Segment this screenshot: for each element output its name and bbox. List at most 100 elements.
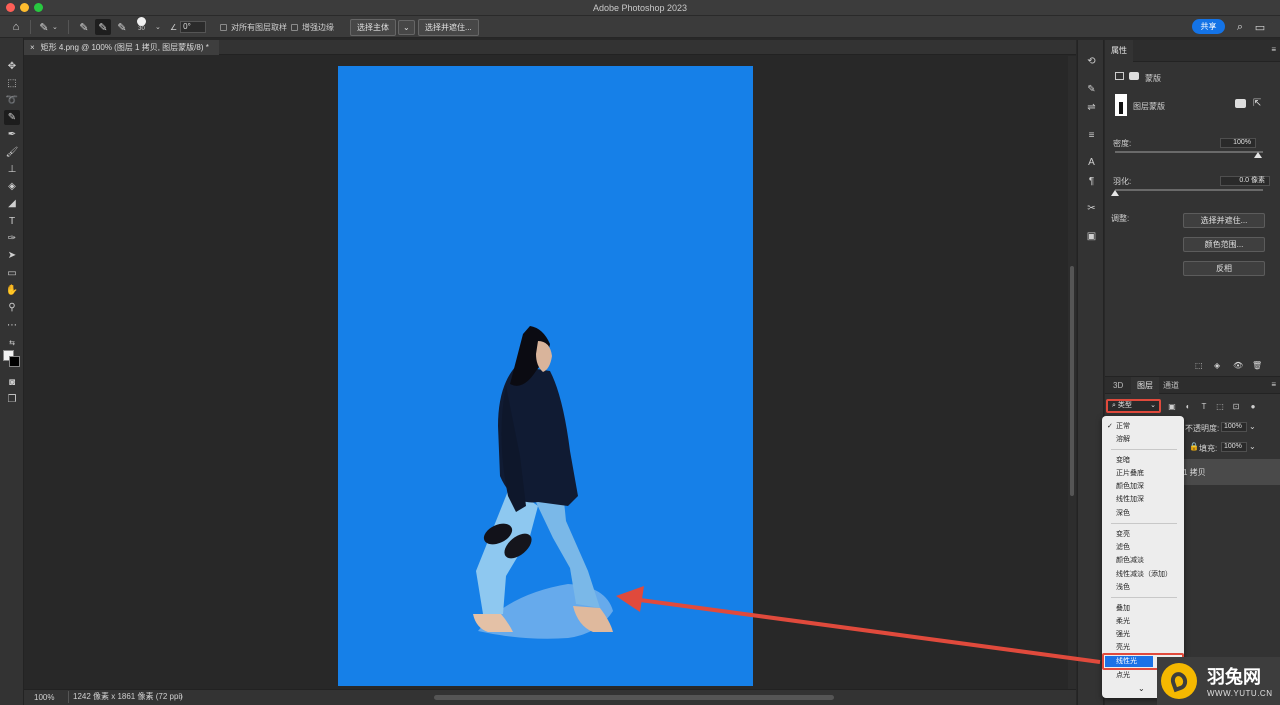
add-to-selection-icon[interactable]: ✎ [95,19,111,35]
zoom-tool-icon[interactable]: ⚲ [4,300,20,315]
blend-option[interactable]: 颜色减淡 [1102,554,1184,567]
panel-menu-icon[interactable]: ≡ [1271,380,1276,389]
document-canvas[interactable] [338,66,753,686]
blend-option[interactable]: 线性加深 [1102,493,1184,506]
select-and-mask-button[interactable]: 选择并遮住... [418,18,479,36]
apply-mask-icon[interactable]: ⇱ [1253,98,1261,109]
quick-selection-tool-preset-icon[interactable]: ✎ [36,19,52,35]
invert-button[interactable]: 反相 [1183,261,1265,276]
enhance-edge-checkbox[interactable] [291,23,298,31]
tool-presets-icon[interactable]: ✂ [1084,201,1099,216]
lasso-tool-icon[interactable]: ➰ [4,93,20,108]
eyedropper-tool-icon[interactable]: ✒ [4,127,20,142]
move-tool-icon[interactable]: ✥ [4,59,20,74]
vertical-scrollbar-thumb[interactable] [1070,266,1074,496]
select-subject-dropdown[interactable]: ⌄ [398,19,415,35]
stamp-tool-icon[interactable]: ⊥ [4,162,20,177]
panel-menu-icon[interactable]: ≡ [1271,45,1276,54]
home-icon[interactable]: ⌂ [8,19,24,35]
blend-option[interactable]: 正片叠底 [1102,467,1184,480]
blend-option[interactable]: 颜色加深 [1102,480,1184,493]
tab-layers[interactable]: 图层 [1131,377,1159,394]
quick-mask-icon[interactable]: ◙ [4,375,20,390]
scroll-down-chevron-icon[interactable]: ⌄ [1138,684,1145,693]
libraries-icon[interactable]: ▣ [1084,229,1099,244]
fill-chevron-icon[interactable]: ⌄ [1249,442,1256,451]
document-tab[interactable]: × 矩形 4.png @ 100% (图层 1 拷贝, 图层蒙版/8) * [24,40,219,55]
filter-shape-icon[interactable]: ⬚ [1215,401,1225,411]
blend-option[interactable]: 变亮 [1102,528,1184,541]
blend-option[interactable]: 线性减淡（添加） [1102,568,1184,581]
feather-slider[interactable] [1115,189,1263,191]
feather-input[interactable]: 0.0 像素 [1220,176,1270,186]
feather-slider-knob[interactable] [1111,190,1119,196]
gradient-tool-icon[interactable]: ◢ [4,196,20,211]
lock-icon[interactable]: 🔒 [1189,442,1199,451]
select-subject-button[interactable]: 选择主体 [350,18,396,36]
visibility-icon[interactable]: 👁 [1233,361,1243,370]
blend-option[interactable]: 变暗 [1102,454,1184,467]
layer-filter-select[interactable]: ⌕ 类型 ⌄ [1106,399,1161,413]
density-slider-knob[interactable] [1254,152,1262,158]
blend-option[interactable]: 柔光 [1102,615,1184,628]
screen-mode-icon[interactable]: ❐ [4,392,20,407]
rectangle-tool-icon[interactable]: ▭ [4,266,20,281]
filter-smart-object-icon[interactable]: ⊡ [1231,401,1241,411]
blend-option[interactable]: 深色 [1102,507,1184,520]
density-slider[interactable] [1115,151,1263,153]
vertical-scrollbar[interactable] [1068,56,1076,689]
filter-pixel-icon[interactable]: ▣ [1167,401,1177,411]
blend-option[interactable]: 正常 [1102,420,1184,433]
load-selection-icon[interactable]: ⬚ [1195,361,1203,370]
blend-option[interactable]: 叠加 [1102,602,1184,615]
subtract-from-selection-icon[interactable]: ✎ [114,19,130,35]
hand-tool-icon[interactable]: ✋ [4,283,20,298]
pixel-mask-icon[interactable] [1115,72,1124,80]
tab-properties[interactable]: 属性 [1105,40,1133,62]
quick-selection-tool-icon[interactable]: ✎ [4,110,20,125]
path-selection-tool-icon[interactable]: ➤ [4,248,20,263]
background-color-swatch[interactable] [9,356,20,367]
horizontal-scrollbar[interactable] [434,695,834,700]
opacity-input[interactable]: 100% [1221,422,1247,432]
chevron-right-icon[interactable]: › [180,692,183,701]
apply-mask-bottom-icon[interactable]: ◈ [1214,361,1220,370]
filter-toggle-icon[interactable]: ● [1248,401,1258,411]
character-icon[interactable]: A [1084,155,1099,170]
filter-type-icon[interactable]: T [1199,401,1209,411]
color-range-button[interactable]: 颜色范围... [1183,237,1265,252]
fill-input[interactable]: 100% [1221,442,1247,452]
share-button[interactable]: 共享 [1192,19,1225,34]
chevron-down-icon[interactable]: ⌄ [155,23,161,31]
paragraph-icon[interactable]: ¶ [1084,174,1099,189]
brush-dot-icon[interactable] [137,17,146,26]
tab-channels[interactable]: 通道 [1157,377,1185,394]
close-tab-icon[interactable]: × [30,40,35,55]
marquee-tool-icon[interactable]: ⬚ [4,76,20,91]
tab-3d[interactable]: 3D [1107,377,1129,394]
swap-colors-icon[interactable]: ⇆ [4,335,20,350]
zoom-level[interactable]: 100% [34,693,54,702]
workspace-icon[interactable]: ▭ [1252,19,1268,35]
new-selection-icon[interactable]: ✎ [76,19,92,35]
select-mask-icon[interactable] [1235,99,1246,108]
opacity-chevron-icon[interactable]: ⌄ [1249,422,1256,431]
search-icon[interactable]: ⌕ [1232,19,1248,35]
angle-input[interactable]: 0° [180,21,207,33]
blend-option[interactable]: 滤色 [1102,541,1184,554]
delete-mask-icon[interactable]: 🗑 [1252,361,1262,370]
blend-option[interactable]: 溶解 [1102,433,1184,446]
filter-adjustment-icon[interactable]: ◐ [1183,401,1193,411]
select-and-mask-panel-button[interactable]: 选择并遮住... [1183,213,1265,228]
adjustments-icon[interactable]: ⇌ [1084,100,1099,115]
blend-option[interactable]: 强光 [1102,628,1184,641]
pen-tool-icon[interactable]: ✑ [4,231,20,246]
paragraph-styles-icon[interactable]: ≡ [1084,128,1099,143]
blend-option[interactable]: 浅色 [1102,581,1184,594]
brush-tool-icon[interactable]: 🖌 [4,145,20,160]
vector-mask-icon[interactable] [1129,72,1139,80]
sample-all-layers-checkbox[interactable] [220,23,227,31]
brush-settings-icon[interactable]: ✎ [1084,82,1099,97]
more-tools-icon[interactable]: ⋯ [4,318,20,333]
chevron-down-icon[interactable]: ⌄ [52,23,58,31]
